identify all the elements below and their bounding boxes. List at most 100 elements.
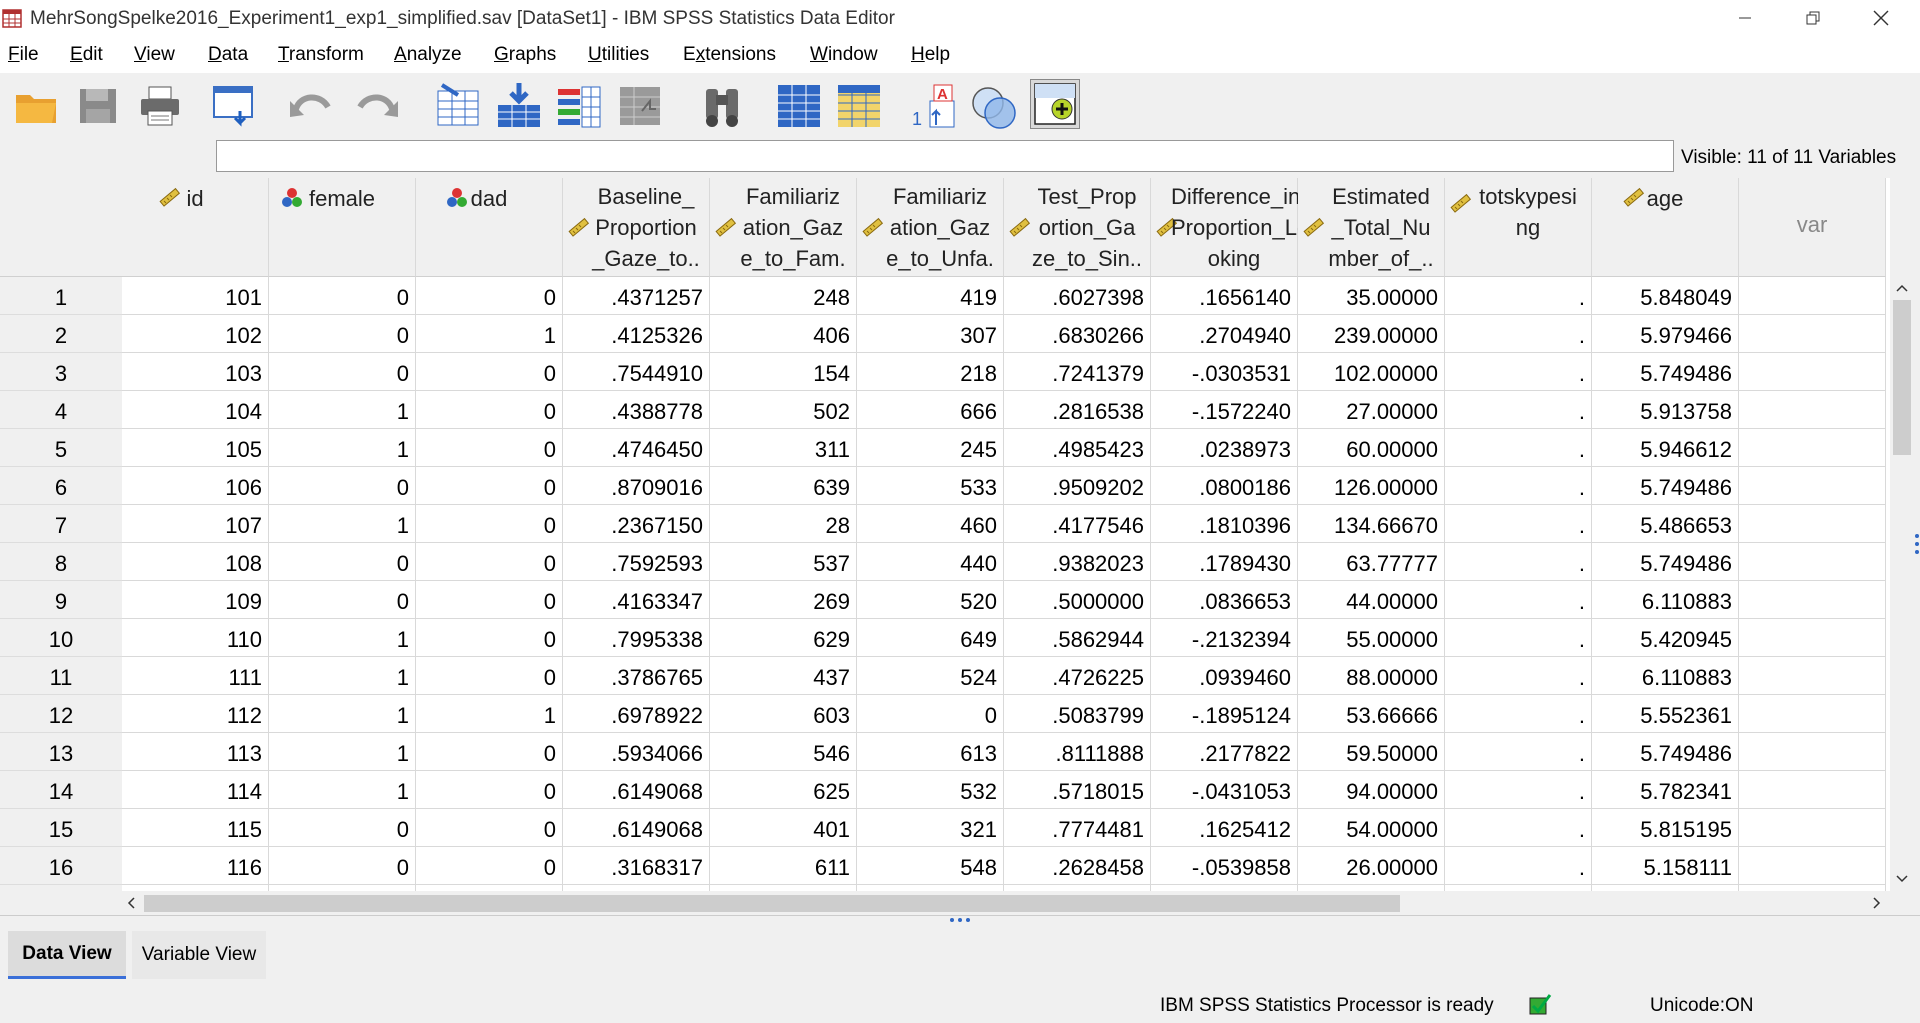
data-cell[interactable]: 639	[710, 467, 857, 505]
data-cell[interactable]: 613	[857, 733, 1004, 771]
column-header-fam-gaze-fam[interactable]: Familiariz ation_Gaz e_to_Fam.	[710, 178, 857, 277]
goto-case-icon[interactable]	[434, 81, 484, 131]
data-cell[interactable]: 625	[710, 771, 857, 809]
data-cell[interactable]: .4163347	[563, 581, 710, 619]
data-cell[interactable]: 0	[416, 505, 563, 543]
column-header-baseline[interactable]: Baseline_ Proportion _Gaze_to..	[563, 178, 710, 277]
data-cell[interactable]: 437	[710, 657, 857, 695]
data-cell[interactable]: 0	[269, 467, 416, 505]
data-cell[interactable]	[1739, 277, 1886, 315]
data-cell[interactable]: 0	[416, 353, 563, 391]
vertical-scrollbar[interactable]	[1890, 278, 1914, 891]
data-cell[interactable]: 1	[269, 657, 416, 695]
data-cell[interactable]: 0	[857, 695, 1004, 733]
data-cell[interactable]: 110	[122, 619, 269, 657]
data-cell[interactable]: 54.00000	[1298, 809, 1445, 847]
row-header[interactable]: 7	[0, 505, 122, 543]
data-cell[interactable]: .6027398	[1004, 277, 1151, 315]
horizontal-scrollbar[interactable]	[122, 891, 1890, 915]
data-cell[interactable]: .8709016	[563, 467, 710, 505]
undo-icon[interactable]	[286, 81, 336, 131]
data-cell[interactable]: 666	[857, 391, 1004, 429]
row-header[interactable]: 14	[0, 771, 122, 809]
save-icon[interactable]	[74, 81, 124, 131]
data-cell[interactable]	[1739, 429, 1886, 467]
data-cell[interactable]: 0	[416, 657, 563, 695]
data-cell[interactable]: 0	[416, 771, 563, 809]
data-cell[interactable]: .5718015	[1004, 771, 1151, 809]
data-cell[interactable]: .6149068	[563, 771, 710, 809]
data-cell[interactable]: -.1572240	[1151, 391, 1298, 429]
data-cell[interactable]: 1	[269, 695, 416, 733]
data-cell[interactable]: 5.782341	[1592, 771, 1739, 809]
data-cell[interactable]: 111	[122, 657, 269, 695]
data-cell[interactable]: 44.00000	[1298, 581, 1445, 619]
data-cell[interactable]: 114	[122, 771, 269, 809]
data-cell[interactable]: 112	[122, 695, 269, 733]
row-header[interactable]: 11	[0, 657, 122, 695]
data-cell[interactable]: .	[1445, 581, 1592, 619]
data-cell[interactable]: .6149068	[563, 809, 710, 847]
menu-view[interactable]: View	[134, 44, 175, 66]
goto-variable-icon[interactable]	[494, 81, 544, 131]
data-cell[interactable]: -.1895124	[1151, 695, 1298, 733]
data-cell[interactable]: .4177546	[1004, 505, 1151, 543]
menu-extensions[interactable]: Extensions	[683, 44, 776, 66]
data-cell[interactable]: .5934066	[563, 733, 710, 771]
data-cell[interactable]: 1	[269, 733, 416, 771]
data-cell[interactable]: 5.420945	[1592, 619, 1739, 657]
data-cell[interactable]	[1739, 391, 1886, 429]
row-header[interactable]: 6	[0, 467, 122, 505]
row-header[interactable]: 3	[0, 353, 122, 391]
spss-app-icon[interactable]	[2, 7, 24, 29]
data-cell[interactable]: 0	[416, 619, 563, 657]
row-header[interactable]: 1	[0, 277, 122, 315]
data-cell[interactable]: 6.110883	[1592, 657, 1739, 695]
data-cell[interactable]: 520	[857, 581, 1004, 619]
find-icon[interactable]	[698, 81, 748, 131]
data-cell[interactable]: 502	[710, 391, 857, 429]
column-header-id[interactable]: id	[122, 178, 269, 277]
data-cell[interactable]: 406	[710, 315, 857, 353]
data-cell[interactable]: 245	[857, 429, 1004, 467]
data-cell[interactable]: .2816538	[1004, 391, 1151, 429]
menu-utilities[interactable]: Utilities	[588, 44, 649, 66]
cell-editor-input[interactable]	[216, 140, 1674, 172]
data-cell[interactable]: 116	[122, 847, 269, 885]
data-cell[interactable]: 5.946612	[1592, 429, 1739, 467]
data-cell[interactable]: .7241379	[1004, 353, 1151, 391]
data-cell[interactable]: 53.66666	[1298, 695, 1445, 733]
data-cell[interactable]: .3168317	[563, 847, 710, 885]
data-cell[interactable]: 460	[857, 505, 1004, 543]
row-header[interactable]: 9	[0, 581, 122, 619]
row-header[interactable]: 12	[0, 695, 122, 733]
data-cell[interactable]: .7995338	[563, 619, 710, 657]
data-cell[interactable]: 59.50000	[1298, 733, 1445, 771]
data-cell[interactable]: .	[1445, 315, 1592, 353]
data-cell[interactable]: 0	[416, 581, 563, 619]
data-cell[interactable]: .5000000	[1004, 581, 1151, 619]
data-cell[interactable]: -.0303531	[1151, 353, 1298, 391]
data-cell[interactable]: .5083799	[1004, 695, 1151, 733]
data-cell[interactable]: 5.486653	[1592, 505, 1739, 543]
data-cell[interactable]: 88.00000	[1298, 657, 1445, 695]
data-cell[interactable]: .3786765	[563, 657, 710, 695]
data-cell[interactable]: 134.66670	[1298, 505, 1445, 543]
data-cell[interactable]	[1739, 733, 1886, 771]
data-cell[interactable]: 126.00000	[1298, 467, 1445, 505]
data-cell[interactable]: .7774481	[1004, 809, 1151, 847]
menu-help[interactable]: Help	[911, 44, 950, 66]
row-header[interactable]: 17	[0, 885, 122, 891]
data-cell[interactable]: 239.00000	[1298, 315, 1445, 353]
column-header-female[interactable]: female	[269, 178, 416, 277]
data-cell[interactable]: 1	[269, 429, 416, 467]
data-cell[interactable]: 27.00000	[1298, 391, 1445, 429]
scroll-right-icon[interactable]	[1872, 896, 1882, 910]
data-cell[interactable]: 0	[416, 277, 563, 315]
data-cell[interactable]	[1739, 695, 1886, 733]
data-cell[interactable]: 0	[416, 543, 563, 581]
scroll-left-icon[interactable]	[126, 896, 136, 910]
data-cell[interactable]: 307	[857, 315, 1004, 353]
data-cell[interactable]: 401	[710, 809, 857, 847]
menu-window[interactable]: Window	[810, 44, 878, 66]
